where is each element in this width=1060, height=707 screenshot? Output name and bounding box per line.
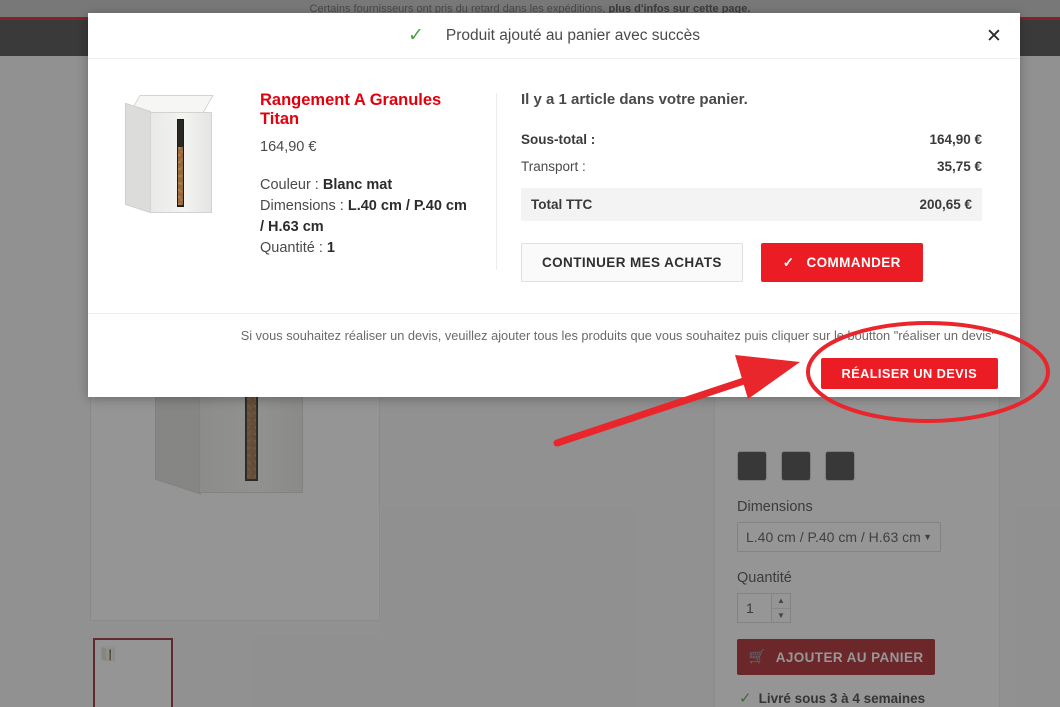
check-icon: ✓	[782, 254, 795, 270]
product-name[interactable]: Rangement A Granules Titan	[260, 91, 472, 130]
attr-label-quantity: Quantité :	[260, 239, 323, 256]
check-icon: ✓	[407, 25, 424, 46]
attr-label-color: Couleur :	[260, 176, 319, 193]
total-label: Total TTC	[531, 197, 593, 212]
continue-shopping-label: CONTINUER MES ACHATS	[542, 255, 722, 270]
modal-divider	[496, 93, 497, 270]
cart-confirmation-modal: ✓ Produit ajouté au panier avec succès ✕…	[88, 13, 1020, 397]
subtotal-label: Sous-total :	[521, 132, 596, 147]
modal-actions: CONTINUER MES ACHATS ✓ COMMANDER	[521, 243, 982, 282]
total-value: 200,65 €	[919, 197, 972, 212]
attr-value-color: Blanc mat	[322, 176, 393, 193]
quote-button[interactable]: RÉALISER UN DEVIS	[820, 358, 998, 389]
product-attribute-color: Couleur : Blanc mat	[260, 175, 472, 196]
product-attribute-quantity: Quantité : 1	[260, 238, 472, 259]
modal-header: ✓ Produit ajouté au panier avec succès ✕	[88, 13, 1020, 59]
modal-title: Produit ajouté au panier avec succès	[445, 26, 701, 44]
shipping-value: 35,75 €	[936, 159, 982, 174]
cart-line-shipping: Transport : 35,75 €	[521, 153, 982, 180]
checkout-button[interactable]: ✓ COMMANDER	[760, 243, 923, 282]
modal-product-info: Rangement A Granules Titan 164,90 € Coul…	[250, 91, 472, 282]
subtotal-value: 164,90 €	[929, 132, 982, 147]
attr-label-dimensions: Dimensions :	[260, 197, 344, 214]
modal-product-image	[122, 91, 250, 282]
shipping-label: Transport :	[521, 159, 586, 174]
product-price: 164,90 €	[260, 138, 317, 155]
cart-heading: Il y a 1 article dans votre panier.	[521, 91, 748, 108]
cart-line-total: Total TTC 200,65 €	[521, 188, 982, 221]
close-icon[interactable]: ✕	[982, 24, 1006, 48]
modal-footer: Si vous souhaitez réaliser un devis, veu…	[88, 313, 1020, 397]
page-root: Certains fournisseurs ont pris du retard…	[0, 0, 1060, 707]
cart-line-subtotal: Sous-total : 164,90 €	[521, 126, 982, 153]
modal-body: Rangement A Granules Titan 164,90 € Coul…	[88, 59, 1020, 282]
quote-note: Si vous souhaitez réaliser un devis, veu…	[240, 328, 996, 343]
cart-summary: Il y a 1 article dans votre panier. Sous…	[521, 91, 986, 282]
product-illustration-modal	[122, 95, 230, 223]
product-attribute-dimensions: Dimensions : L.40 cm / P.40 cm / H.63 cm	[260, 196, 472, 238]
checkout-label: COMMANDER	[806, 255, 901, 270]
quote-button-label: RÉALISER UN DEVIS	[841, 366, 977, 381]
continue-shopping-button[interactable]: CONTINUER MES ACHATS	[521, 243, 743, 282]
attr-value-quantity: 1	[326, 239, 335, 256]
